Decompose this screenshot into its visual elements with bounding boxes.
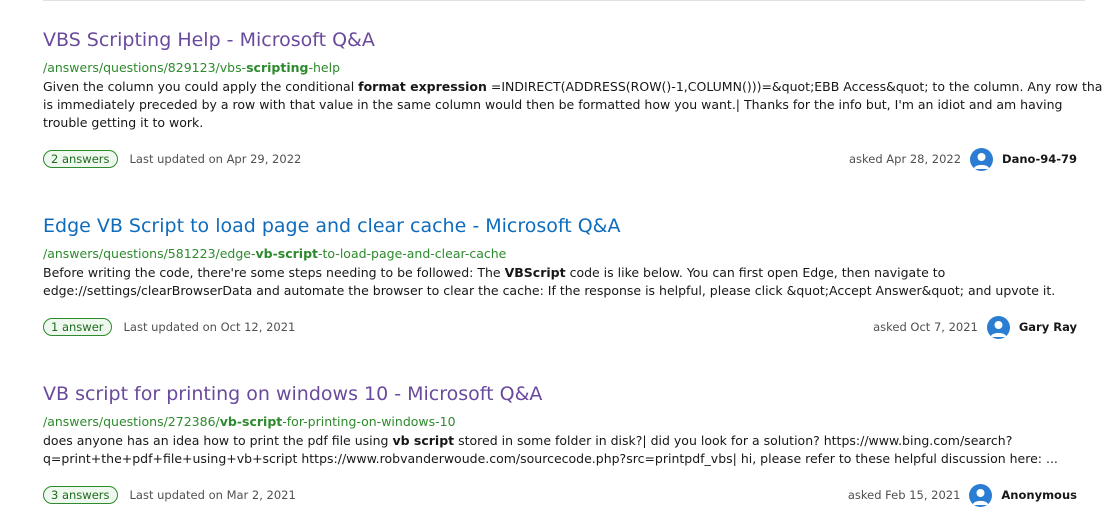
url-suffix: -for-printing-on-windows-10 xyxy=(282,414,456,429)
snippet-text: q=print+the+pdf+file+using+vb+script htt… xyxy=(43,451,1058,466)
snippet-text: stored in some folder in disk?| did you … xyxy=(454,433,1013,448)
snippet-text: trouble getting it to work. xyxy=(43,115,204,130)
user-name-link[interactable]: Gary Ray xyxy=(1019,320,1077,334)
answer-count-badge: 1 answer xyxy=(43,318,112,336)
search-result: Edge VB Script to load page and clear ca… xyxy=(43,213,1088,339)
url-highlight: vb-script xyxy=(255,246,319,261)
result-url[interactable]: /answers/questions/829123/vbs-scripting-… xyxy=(43,60,1085,76)
user-avatar-icon[interactable] xyxy=(986,315,1010,339)
snippet-highlight: VBScript xyxy=(504,265,566,280)
snippet-text: is immediately preceded by a row with th… xyxy=(43,97,1063,112)
last-updated: Last updated on Apr 29, 2022 xyxy=(129,152,302,166)
result-url[interactable]: /answers/questions/272386/vb-script-for-… xyxy=(43,414,1085,430)
last-updated: Last updated on Mar 2, 2021 xyxy=(129,488,296,502)
url-highlight: scripting xyxy=(246,60,309,75)
snippet-text: does anyone has an idea how to print the… xyxy=(43,433,393,448)
snippet-highlight: format expression xyxy=(358,79,487,94)
result-title-link[interactable]: Edge VB Script to load page and clear ca… xyxy=(43,213,1085,239)
asked-date: asked Oct 7, 2021 xyxy=(873,320,978,334)
result-title-link[interactable]: VBS Scripting Help - Microsoft Q&A xyxy=(43,27,1085,53)
url-suffix: -help xyxy=(308,60,340,75)
result-title-link[interactable]: VB script for printing on windows 10 - M… xyxy=(43,381,1085,407)
top-divider xyxy=(43,0,1085,1)
result-meta: 2 answers Last updated on Apr 29, 2022 a… xyxy=(43,147,1077,171)
last-updated: Last updated on Oct 12, 2021 xyxy=(123,320,296,334)
url-highlight: vb-script xyxy=(219,414,283,429)
search-result: VBS Scripting Help - Microsoft Q&A /answ… xyxy=(43,27,1103,171)
url-prefix: /answers/questions/829123/vbs- xyxy=(43,60,247,75)
snippet-text: =INDIRECT(ADDRESS(ROW()-1,COLUMN()))=&qu… xyxy=(486,79,1103,94)
result-snippet: does anyone has an idea how to print the… xyxy=(43,432,1088,468)
user-name-link[interactable]: Dano-94-79 xyxy=(1002,152,1077,166)
user-avatar-icon[interactable] xyxy=(970,147,994,171)
snippet-text: Before writing the code, there're some s… xyxy=(43,265,505,280)
url-suffix: -to-load-page-and-clear-cache xyxy=(318,246,507,261)
url-prefix: /answers/questions/272386/ xyxy=(43,414,220,429)
result-snippet: Given the column you could apply the con… xyxy=(43,78,1103,132)
snippet-highlight: vb script xyxy=(392,433,455,448)
result-url[interactable]: /answers/questions/581223/edge-vb-script… xyxy=(43,246,1085,262)
url-prefix: /answers/questions/581223/edge- xyxy=(43,246,256,261)
asked-date: asked Feb 15, 2021 xyxy=(847,488,961,502)
user-name-link[interactable]: Anonymous xyxy=(1001,488,1077,502)
result-meta: 3 answers Last updated on Mar 2, 2021 as… xyxy=(43,483,1077,507)
snippet-text: code is like below. You can first open E… xyxy=(565,265,946,280)
result-meta: 1 answer Last updated on Oct 12, 2021 as… xyxy=(43,315,1077,339)
result-snippet: Before writing the code, there're some s… xyxy=(43,264,1088,300)
search-result: VB script for printing on windows 10 - M… xyxy=(43,381,1088,507)
asked-date: asked Apr 28, 2022 xyxy=(848,152,962,166)
snippet-text: edge://settings/clearBrowserData and aut… xyxy=(43,283,1056,298)
user-avatar-icon[interactable] xyxy=(969,483,993,507)
snippet-text: Given the column you could apply the con… xyxy=(43,79,359,94)
answer-count-badge: 2 answers xyxy=(43,150,118,168)
answer-count-badge: 3 answers xyxy=(43,486,118,504)
